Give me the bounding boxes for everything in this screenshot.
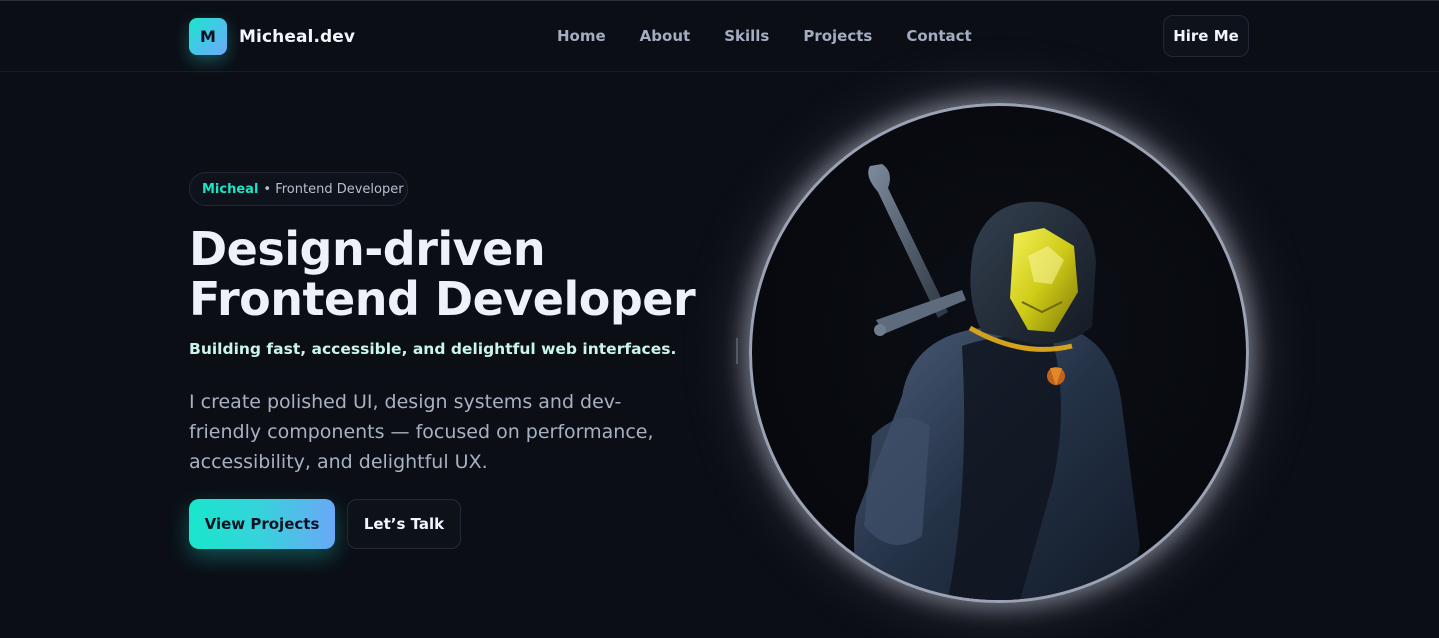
hero-tagline: Building fast, accessible, and delightfu… xyxy=(189,340,677,358)
nav-link-skills[interactable]: Skills xyxy=(707,26,786,46)
role-pill: Micheal • Frontend Developer xyxy=(189,172,408,206)
hero-title: Design-driven Frontend Developer xyxy=(189,224,729,324)
pill-name: Micheal xyxy=(202,181,259,197)
navbar: M Micheal.dev Home About Skills Projects… xyxy=(0,1,1439,72)
nav-link-projects[interactable]: Projects xyxy=(786,26,889,46)
divider-tick xyxy=(736,338,738,364)
hero-title-line-2: Frontend Developer xyxy=(189,272,696,326)
logo-badge: M xyxy=(189,18,227,55)
brand-name: Micheal.dev xyxy=(239,26,356,47)
brand[interactable]: M Micheal.dev xyxy=(189,18,355,55)
hero-description: I create polished UI, design systems and… xyxy=(189,391,654,473)
nav-link-about[interactable]: About xyxy=(623,26,708,46)
nav-link-contact[interactable]: Contact xyxy=(889,26,988,46)
nav-links: Home About Skills Projects Contact xyxy=(540,26,989,46)
hero-portrait xyxy=(749,103,1249,603)
hooded-figure-illustration xyxy=(854,164,1140,600)
sword-icon xyxy=(868,164,966,336)
lets-talk-button[interactable]: Let’s Talk xyxy=(347,499,461,549)
view-projects-button[interactable]: View Projects xyxy=(189,499,335,549)
hire-me-button[interactable]: Hire Me xyxy=(1163,15,1249,57)
hero-title-line-1: Design-driven xyxy=(189,222,546,276)
nav-link-home[interactable]: Home xyxy=(540,26,623,46)
pill-role: • Frontend Developer xyxy=(263,181,404,197)
